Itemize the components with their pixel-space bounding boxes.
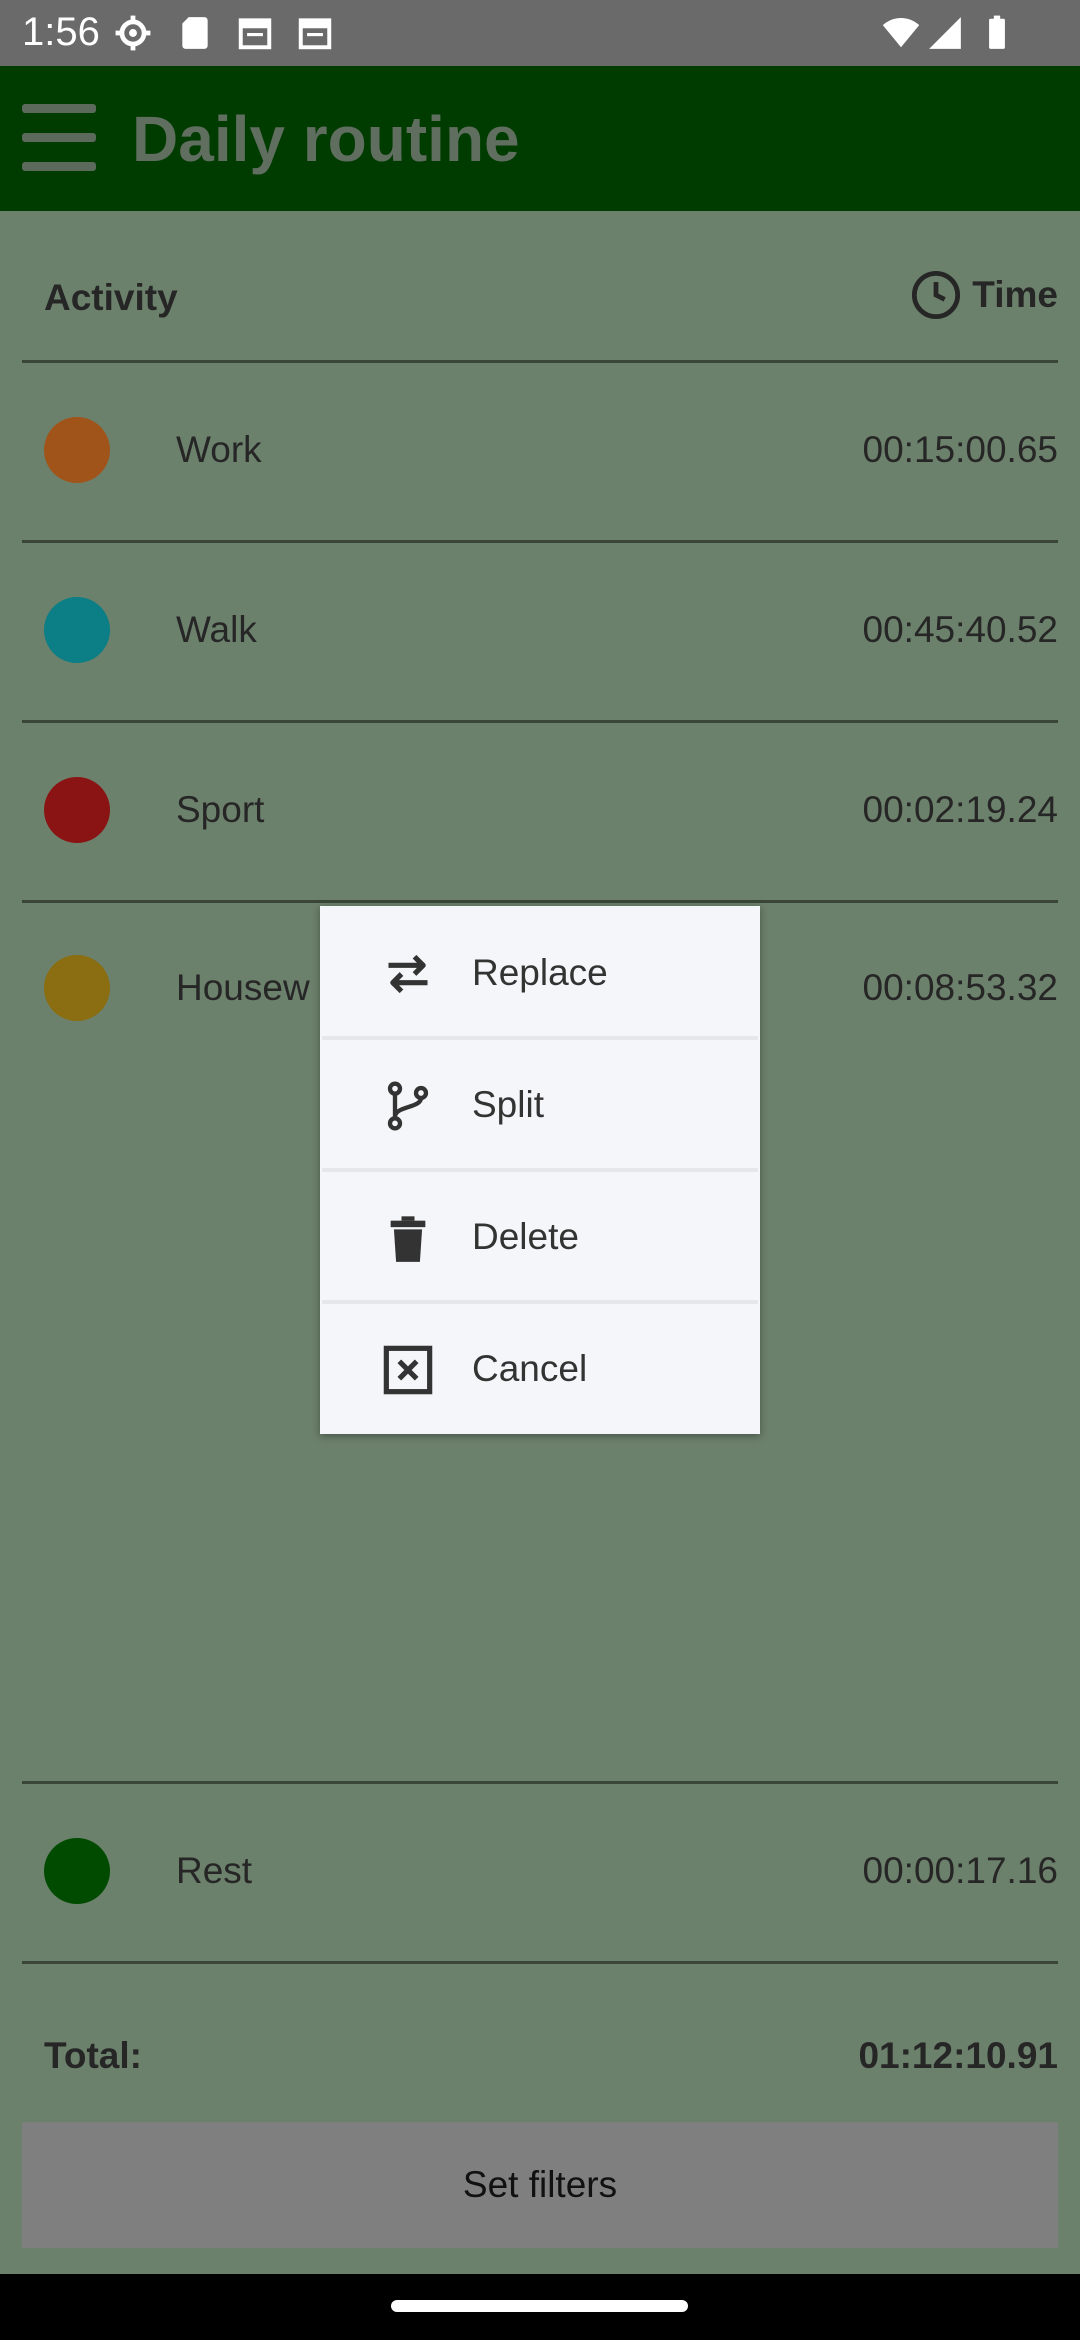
set-filters-button[interactable]: Set filters [22, 2122, 1058, 2248]
activity-color-dot [44, 1838, 110, 1904]
activity-name: Work [176, 429, 262, 470]
clock-icon [912, 270, 961, 320]
activity-duration: 00:00:17.16 [862, 1850, 1058, 1891]
total-label: Total: [44, 2035, 142, 2076]
status-bar: 1:56 [0, 0, 1080, 66]
activity-color-dot [44, 777, 110, 843]
activity-duration: 00:08:53.32 [862, 967, 1058, 1008]
close-box-icon [383, 1345, 433, 1395]
menu-item-cancel[interactable]: Cancel [320, 1302, 760, 1434]
calendar-icon [238, 18, 272, 50]
activity-column-header: Activity [44, 277, 178, 318]
menu-item-split[interactable]: Split [320, 1038, 760, 1170]
activity-row[interactable]: Sport 00:02:19.24 [0, 723, 1080, 899]
status-time: 1:56 [22, 10, 100, 54]
wifi-icon [882, 17, 920, 48]
activity-duration: 00:15:00.65 [862, 429, 1058, 470]
cell-signal-icon [929, 17, 961, 49]
time-column-header: Time [910, 267, 1058, 323]
sd-card-icon [182, 17, 208, 49]
app-bar: Daily routine [0, 66, 1080, 211]
table-header: Activity Time [0, 211, 1080, 361]
activity-name: Rest [176, 1850, 253, 1891]
activity-name: Sport [176, 789, 265, 830]
page-title: Daily routine [132, 103, 520, 175]
swap-arrows-icon [388, 954, 428, 994]
activity-duration: 00:02:19.24 [862, 789, 1058, 830]
menu-item-label: Split [472, 1084, 544, 1125]
activity-color-dot [44, 597, 110, 663]
total-value: 01:12:10.91 [858, 2035, 1058, 2076]
home-gesture-handle[interactable] [391, 2300, 688, 2312]
trash-icon [390, 1216, 426, 1262]
menu-item-replace[interactable]: Replace [320, 906, 760, 1038]
activity-row[interactable]: Work 00:15:00.65 [0, 363, 1080, 539]
navigation-bar [0, 2274, 1080, 2340]
hamburger-menu-icon[interactable] [22, 104, 96, 172]
activity-row[interactable]: Walk 00:45:40.52 [0, 543, 1080, 719]
rest-row[interactable]: Rest 00:00:17.16 [0, 1784, 1080, 1960]
activity-color-dot [44, 955, 110, 1021]
branch-split-icon [387, 1081, 429, 1131]
menu-item-label: Delete [472, 1216, 579, 1257]
menu-item-delete[interactable]: Delete [320, 1170, 760, 1302]
menu-item-label: Replace [472, 952, 608, 993]
calendar-icon [298, 18, 332, 50]
battery-icon [989, 15, 1005, 49]
time-column-label: Time [972, 274, 1058, 315]
settings-gear-icon [115, 15, 151, 51]
activity-color-dot [44, 417, 110, 483]
activity-name: Walk [176, 609, 257, 650]
activity-duration: 00:45:40.52 [862, 609, 1058, 650]
divider [22, 1961, 1058, 1964]
activity-name: Housew [176, 967, 310, 1008]
context-menu: Replace Split Delete Cancel [320, 906, 760, 1434]
menu-item-label: Cancel [472, 1348, 588, 1389]
